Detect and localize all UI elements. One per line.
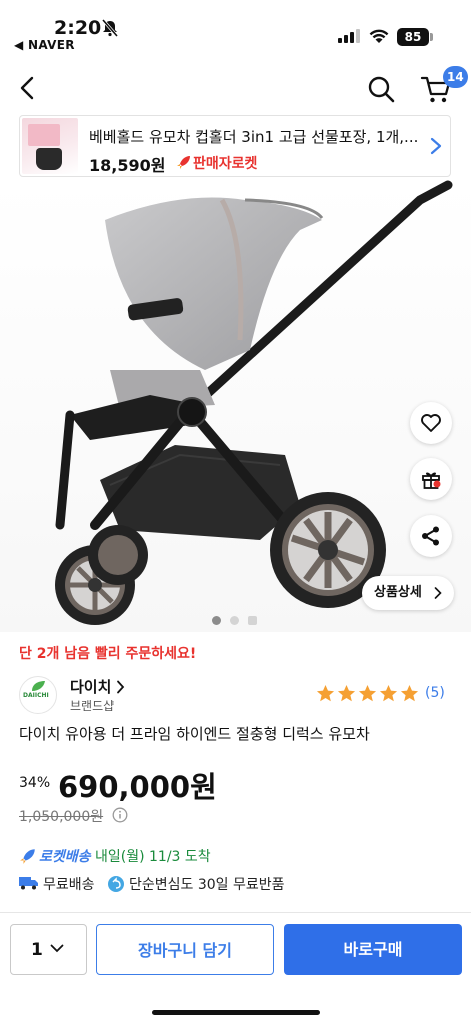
- bell-slash-icon: [101, 19, 119, 37]
- chevron-down-icon: [50, 944, 64, 953]
- status-bar: 2:20 ◀ NAVER 85: [0, 0, 471, 58]
- home-indicator: [152, 1010, 320, 1015]
- chevron-right-icon: [434, 587, 442, 599]
- rocket-icon: [177, 156, 190, 169]
- star-icon: [358, 684, 377, 702]
- star-icon: [337, 684, 356, 702]
- battery-level: 85: [397, 28, 429, 46]
- seller-rocket-badge: 판매자로켓: [193, 156, 258, 172]
- free-shipping-label: 무료배송: [43, 877, 95, 893]
- wifi-icon: [369, 29, 389, 43]
- bottom-action-bar: 1 장바구니 담기 바로구매: [0, 912, 471, 1024]
- product-detail-button[interactable]: 상품상세: [362, 576, 454, 610]
- brand-logo[interactable]: DAIICHI: [19, 676, 57, 714]
- chevron-right-icon[interactable]: [428, 136, 444, 156]
- star-icon: [400, 684, 419, 702]
- chevron-right-icon: [117, 680, 125, 694]
- search-icon[interactable]: [366, 74, 396, 104]
- quantity-value: 1: [31, 940, 43, 960]
- rocket-icon: [20, 849, 35, 864]
- wishlist-button[interactable]: [410, 402, 452, 444]
- sale-price: 690,000원: [58, 770, 217, 804]
- cart-count-badge: 14: [443, 66, 468, 88]
- share-icon: [422, 526, 439, 546]
- carousel-dot: [230, 616, 239, 625]
- heart-icon: [421, 414, 441, 432]
- review-count-link[interactable]: (5): [425, 685, 445, 701]
- promo-thumbnail: [22, 118, 78, 174]
- promo-banner[interactable]: 베베홀드 유모차 컵홀더 3in1 고급 선물포장, 1개,... 18,590…: [19, 115, 451, 177]
- gift-icon: [422, 472, 441, 489]
- add-to-cart-button[interactable]: 장바구니 담기: [96, 924, 274, 975]
- status-time: 2:20: [54, 17, 102, 39]
- brand-name-link[interactable]: 다이치: [70, 676, 111, 697]
- back-arrow-icon[interactable]: [14, 74, 42, 102]
- delivery-eta: 내일(월) 11/3 도착: [94, 849, 211, 865]
- share-button[interactable]: [410, 515, 452, 557]
- return-icon: [108, 876, 124, 892]
- promo-price: 18,590원: [89, 156, 166, 175]
- brand-shop-tag: 브랜드샵: [70, 699, 115, 713]
- free-return-label: 단순변심도 30일 무료반품: [129, 877, 285, 893]
- carousel-dot: [248, 616, 257, 625]
- product-image-carousel[interactable]: 상품상세: [0, 180, 471, 632]
- discount-rate: 34%: [19, 775, 51, 791]
- buy-now-button[interactable]: 바로구매: [284, 924, 462, 975]
- info-icon[interactable]: [112, 807, 128, 823]
- top-nav: 14: [0, 60, 471, 112]
- original-price: 1,050,000원: [19, 809, 104, 825]
- star-icon: [379, 684, 398, 702]
- battery-icon: [430, 33, 433, 41]
- stock-urgency-notice: 단 2개 남음 빨리 주문하세요!: [19, 646, 197, 662]
- carousel-dot-active: [212, 616, 221, 625]
- leaf-icon: [32, 681, 45, 691]
- stroller-product-image: [55, 180, 453, 625]
- back-to-app-link[interactable]: ◀ NAVER: [14, 38, 75, 52]
- product-detail-label: 상품상세: [374, 585, 422, 600]
- signal-icon: [338, 29, 360, 43]
- quantity-select[interactable]: 1: [10, 924, 87, 975]
- rocket-delivery-label: 로켓배송: [39, 849, 91, 865]
- gift-button[interactable]: [410, 458, 452, 500]
- star-icon: [316, 684, 335, 702]
- promo-title: 베베홀드 유모차 컵홀더 3in1 고급 선물포장, 1개,...: [89, 128, 419, 146]
- product-title: 다이치 유아용 더 프라임 하이엔드 절충형 디럭스 유모차: [19, 725, 370, 743]
- truck-icon: [19, 877, 38, 890]
